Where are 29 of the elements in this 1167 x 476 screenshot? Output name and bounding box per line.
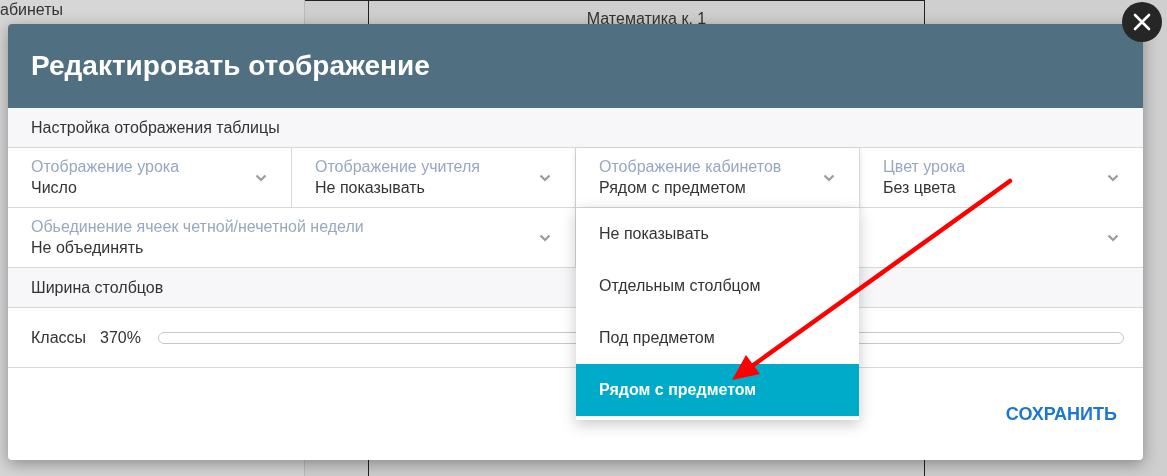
table-header: Математика к. 1 — [586, 10, 707, 27]
section-heading: Настройка отображения таблицы — [8, 108, 1143, 148]
slider-label: Классы — [31, 328, 87, 347]
select-field[interactable]: Отображение урока Число — [8, 148, 292, 208]
chevron-down-icon — [823, 173, 835, 182]
chevron-down-icon — [1107, 233, 1119, 242]
field-label: Цвет урока — [883, 156, 966, 177]
field-value: Без цвета — [883, 177, 956, 198]
field-label: Отображение учителя — [315, 156, 480, 177]
close-icon — [1133, 13, 1151, 31]
chevron-down-icon — [539, 173, 551, 182]
field-label: Отображение урока — [31, 156, 180, 177]
dialog-title: Редактировать отображение — [31, 50, 430, 82]
field-label: Отображение кабинетов — [599, 156, 782, 177]
field-value: Число — [31, 177, 77, 198]
close-button[interactable] — [1122, 2, 1162, 42]
chevron-down-icon — [255, 173, 267, 182]
field-label: Обьединение ячеек четной/нечетной недели — [31, 216, 364, 237]
menu-option[interactable]: Под предметом — [576, 312, 859, 364]
field-value: Не показывать — [315, 177, 425, 198]
slider-value: 370% — [100, 328, 141, 347]
save-button[interactable]: СОХРАНИТЬ — [997, 397, 1125, 431]
chevron-down-icon — [1107, 173, 1119, 182]
menu-option[interactable]: Не показывать — [576, 208, 859, 260]
table-header: абинеты — [0, 1, 64, 18]
select-field[interactable]: Цвет урока Без цвета — [860, 148, 1143, 208]
field-value: Не объединять — [31, 237, 144, 258]
field-value: Рядом с предметом — [599, 177, 746, 198]
chevron-down-icon — [539, 233, 551, 242]
